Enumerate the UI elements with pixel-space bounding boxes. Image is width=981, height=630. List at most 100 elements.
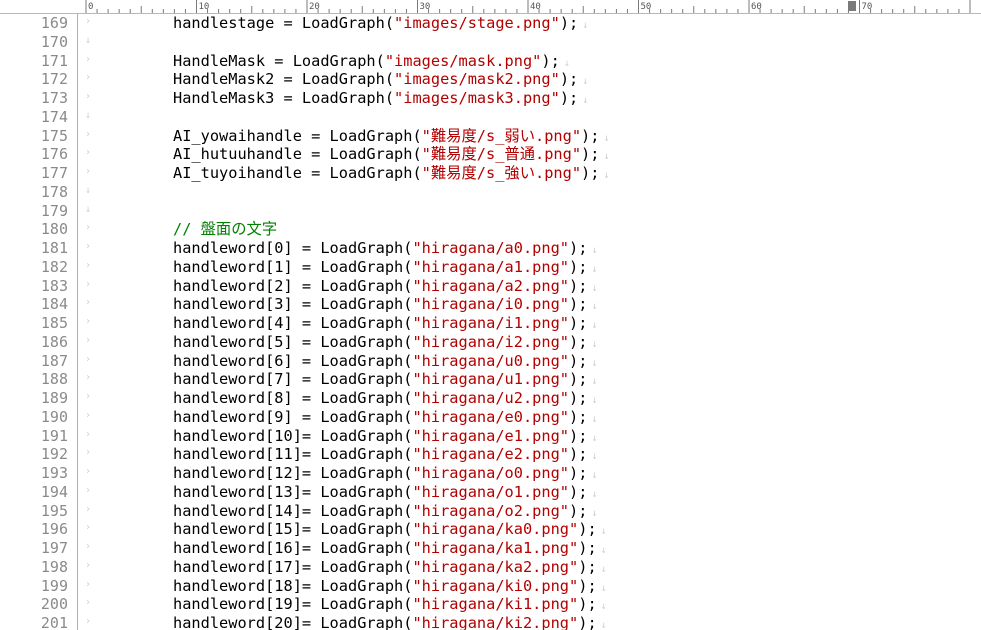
code-line[interactable]: 170 ↓: [0, 33, 981, 52]
ruler-ticks: 0 10 20 30 40 50 60 70: [85, 0, 971, 13]
line-end-icon: ↓: [582, 76, 589, 88]
line-end-icon: ↓: [600, 601, 607, 613]
code-line[interactable]: 196 › handleword[15]= LoadGraph("hiragana/…: [0, 520, 981, 539]
tab-arrow-icon: ›: [85, 541, 92, 552]
code-line[interactable]: 180 › // 盤面の文字: [0, 220, 981, 239]
ruler-label: 50: [641, 2, 652, 12]
code-line[interactable]: 172 › HandleMask2 = LoadGraph("images/mask…: [0, 70, 981, 89]
line-number: 192: [40, 445, 68, 464]
line-number: 194: [40, 482, 68, 501]
ruler-label: 0: [88, 2, 93, 12]
code-line[interactable]: 178 ↓: [0, 183, 981, 202]
line-number: 170: [40, 32, 68, 51]
code-line[interactable]: 188 › handleword[7] = LoadGraph("hiragana/…: [0, 370, 981, 389]
code-line[interactable]: 171 › HandleMask = LoadGraph("images/mask.…: [0, 52, 981, 71]
line-end-icon: ↓: [591, 470, 598, 481]
tab-arrow-icon: ›: [85, 447, 92, 459]
code-line[interactable]: 181 › handleword[0] = LoadGraph("hiragana/…: [0, 239, 981, 258]
code-line[interactable]: 169 › handlestage = LoadGraph("images/stag…: [0, 14, 981, 33]
code-line[interactable]: 177 › AI_tuyoihandle = LoadGraph("難易度/s_強い…: [0, 164, 981, 183]
line-number: 189: [40, 389, 68, 407]
line-end-icon: ↓: [600, 582, 607, 594]
line-number: 201: [40, 614, 68, 630]
code-line[interactable]: 201 › handleword[20]= LoadGraph("hiragana/…: [0, 614, 981, 630]
code-line[interactable]: 195 › handleword[14]= LoadGraph("hiragana/…: [0, 502, 981, 521]
code-line[interactable]: 198 › handleword[17]= LoadGraph("hiragana/…: [0, 558, 981, 577]
ruler-label: 60: [751, 2, 762, 12]
line-number: 176: [40, 145, 68, 164]
line-end-icon: ↓: [591, 320, 598, 331]
ruler-label: 30: [420, 2, 431, 12]
line-number: 188: [40, 370, 68, 389]
code-line[interactable]: 199 › handleword[18]= LoadGraph("hiragana/…: [0, 577, 981, 596]
code-line[interactable]: 186 › handleword[5] = LoadGraph("hiragana/…: [0, 333, 981, 352]
tab-arrow-icon: ›: [85, 166, 92, 177]
code-line[interactable]: 200 › handleword[19]= LoadGraph("hiragana/…: [0, 595, 981, 614]
tab-arrow-icon: ↓: [85, 109, 92, 121]
tab-arrow-icon: ›: [85, 353, 92, 365]
tab-arrow-icon: ›: [85, 616, 92, 627]
code-line[interactable]: 187 › handleword[6] = LoadGraph("hiragana/…: [0, 352, 981, 371]
line-end-icon: ↓: [603, 151, 610, 163]
line-end-icon: ↓: [591, 432, 598, 444]
code-line[interactable]: 182 › handleword[1] = LoadGraph("hiragana/…: [0, 258, 981, 277]
tab-arrow-icon: ›: [85, 409, 92, 421]
line-number: 191: [40, 426, 68, 445]
code-line[interactable]: 183 › handleword[2] = LoadGraph("hiragana/…: [0, 277, 981, 296]
ruler-label: 70: [862, 2, 873, 12]
tab-arrow-icon: ›: [85, 372, 92, 384]
line-end-icon: ↓: [603, 132, 610, 144]
code-line[interactable]: 179 ↓: [0, 202, 981, 221]
tab-arrow-icon: ›: [85, 597, 92, 609]
line-number: 173: [40, 89, 68, 107]
column-ruler: 0 10 20 30 40 50 60 70: [0, 0, 981, 14]
line-end-icon: ↓: [591, 338, 598, 350]
code-editor[interactable]: 169 › handlestage = LoadGraph("images/stag…: [0, 14, 981, 630]
code-line[interactable]: 193 › handleword[12]= LoadGraph("hiragana/…: [0, 464, 981, 483]
code-line[interactable]: 189 › handleword[8] = LoadGraph("hiragana/…: [0, 389, 981, 408]
tab-arrow-icon: ↓: [85, 203, 92, 215]
line-number: 186: [40, 332, 68, 351]
code-line[interactable]: 185 › handleword[4] = LoadGraph("hiragana/…: [0, 314, 981, 333]
tab-arrow-icon: ›: [85, 466, 92, 477]
line-end-icon: ↓: [600, 620, 607, 630]
line-end-icon: ↓: [600, 526, 607, 538]
code-comment[interactable]: // 盤面の文字: [173, 220, 277, 239]
ruler-label: 10: [199, 2, 210, 12]
line-number: 187: [40, 351, 68, 370]
line-number: 199: [40, 576, 68, 595]
line-number: 200: [40, 595, 68, 614]
cursor-column-icon: [848, 1, 856, 11]
line-number: 171: [40, 51, 68, 70]
line-end-icon: ↓: [591, 357, 598, 369]
line-end-icon: ↓: [603, 170, 610, 181]
code-line[interactable]: 184 › handleword[3] = LoadGraph("hiragana/…: [0, 295, 981, 314]
code-line[interactable]: 176 › AI_hutuuhandle = LoadGraph("難易度/s_普通…: [0, 145, 981, 164]
ruler-label: 40: [530, 2, 541, 12]
tab-arrow-icon: ›: [85, 222, 92, 234]
line-number: 196: [40, 520, 68, 539]
code-line[interactable]: 191 › handleword[10]= LoadGraph("hiragana/…: [0, 427, 981, 446]
tab-arrow-icon: ›: [85, 484, 92, 496]
ruler-label: 20: [309, 2, 320, 12]
tab-arrow-icon: ↓: [85, 34, 92, 46]
line-end-icon: ↓: [591, 282, 598, 294]
code-line[interactable]: 192 › handleword[11]= LoadGraph("hiragana/…: [0, 445, 981, 464]
code-line[interactable]: 194 › handleword[13]= LoadGraph("hiragana/…: [0, 483, 981, 502]
line-end-icon: ↓: [600, 563, 607, 575]
line-number: 179: [40, 201, 68, 220]
code-line[interactable]: 197 › handleword[16]= LoadGraph("hiragana/…: [0, 539, 981, 558]
code-line[interactable]: 173 › HandleMask3 = LoadGraph("images/mask…: [0, 89, 981, 108]
code-line[interactable]: 190 › handleword[9] = LoadGraph("hiragana/…: [0, 408, 981, 427]
code-text[interactable]: handleword[20]= LoadGraph("hiragana/ki2.…: [173, 614, 607, 630]
tab-arrow-icon: ›: [85, 391, 92, 402]
line-end-icon: ↓: [591, 245, 598, 256]
tab-arrow-icon: ›: [85, 259, 92, 271]
code-line[interactable]: 175 › AI_yowaihandle = LoadGraph("難易度/s_弱い…: [0, 127, 981, 146]
line-end-icon: ↓: [591, 488, 598, 500]
line-end-icon: ↓: [591, 395, 598, 406]
line-end-icon: ↓: [591, 263, 598, 275]
code-line[interactable]: 174 ↓: [0, 108, 981, 127]
tab-arrow-icon: ›: [85, 72, 92, 84]
tab-arrow-icon: ↓: [85, 184, 92, 196]
